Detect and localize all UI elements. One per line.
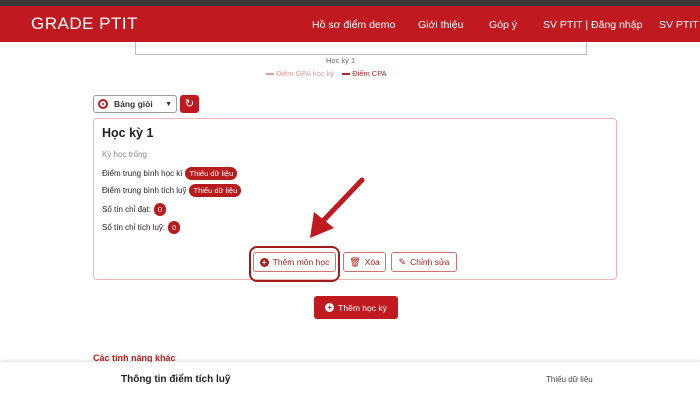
cumulative-label: Thông tin điểm tích luỹ: [121, 374, 231, 385]
add-term-button[interactable]: + Thêm học kỳ: [314, 296, 398, 319]
stat-credits-earned-badge: 0: [153, 203, 167, 216]
stat-credits-cumulative: Số tín chỉ tích luỹ: 0: [102, 221, 181, 234]
stat-cpa-badge: Thiếu dữ liệu: [189, 184, 242, 197]
pointer-arrow: [310, 177, 365, 238]
cumulative-value: Thiếu dữ liệu: [546, 375, 593, 384]
plus-circle-icon: +: [325, 303, 335, 312]
add-subject-button[interactable]: + Thêm môn học: [253, 252, 336, 272]
chart-legend: Điểm GPA học kỳ Điểm CPA: [266, 69, 387, 78]
brand-logo[interactable]: GRADE PTIT: [31, 14, 138, 34]
rank-select[interactable]: Bảng giỏi ▼: [93, 95, 177, 113]
refresh-button[interactable]: ↻: [180, 95, 199, 113]
chart-x-tick: Học kỳ 1: [326, 56, 356, 65]
target-icon: [98, 99, 108, 109]
nav-feedback[interactable]: Góp ý: [489, 19, 517, 31]
stat-cpa: Điểm trung bình tích luỹ Thiếu dữ liệu: [102, 184, 242, 197]
stat-credits-cumulative-badge: 0: [168, 221, 181, 234]
nav-login[interactable]: SV PTIT | Đăng nhập: [543, 19, 642, 31]
stat-credits-earned-label: Số tín chỉ đạt:: [102, 205, 151, 214]
delete-label: Xóa: [364, 257, 380, 267]
edit-button[interactable]: ✎ Chỉnh sửa: [391, 252, 457, 272]
plus-circle-icon: +: [259, 257, 269, 267]
add-term-label: Thêm học kỳ: [338, 302, 387, 313]
cumulative-panel: [0, 362, 700, 394]
stat-gpa-label: Điểm trung bình học kì: [102, 169, 183, 178]
navbar: GRADE PTIT Hồ sơ điểm demo Giới thiệu Gó…: [0, 6, 700, 42]
trash-icon: 🗑: [349, 256, 361, 267]
stat-gpa-badge: Thiếu dữ liệu: [185, 167, 238, 180]
stat-gpa: Điểm trung bình học kì Thiếu dữ liệu: [102, 167, 238, 180]
term-title: Học kỳ 1: [102, 126, 154, 140]
stat-credits-earned: Số tín chỉ đạt: 0: [102, 203, 167, 216]
refresh-icon: ↻: [184, 98, 195, 110]
stat-cpa-label: Điểm trung bình tích luỹ: [102, 186, 187, 195]
term-empty-text: Kỳ học trống: [102, 150, 147, 159]
pencil-icon: ✎: [398, 256, 407, 267]
legend-item-gpa[interactable]: Điểm GPA học kỳ: [266, 69, 334, 78]
stat-credits-cumulative-label: Số tín chỉ tích luỹ:: [102, 223, 166, 232]
nav-about[interactable]: Giới thiệu: [418, 19, 463, 31]
rank-select-value: Bảng giỏi: [114, 99, 153, 109]
delete-button[interactable]: 🗑 Xóa: [343, 252, 386, 272]
nav-demo-profile[interactable]: Hồ sơ điểm demo: [312, 19, 395, 31]
edit-label: Chỉnh sửa: [410, 257, 450, 267]
chart-plot-area: [135, 42, 587, 55]
nav-login-2[interactable]: SV PTIT | Đ: [659, 19, 700, 31]
chevron-down-icon: ▼: [165, 100, 172, 108]
legend-item-cpa[interactable]: Điểm CPA: [342, 69, 387, 78]
add-subject-label: Thêm môn học: [272, 257, 330, 267]
